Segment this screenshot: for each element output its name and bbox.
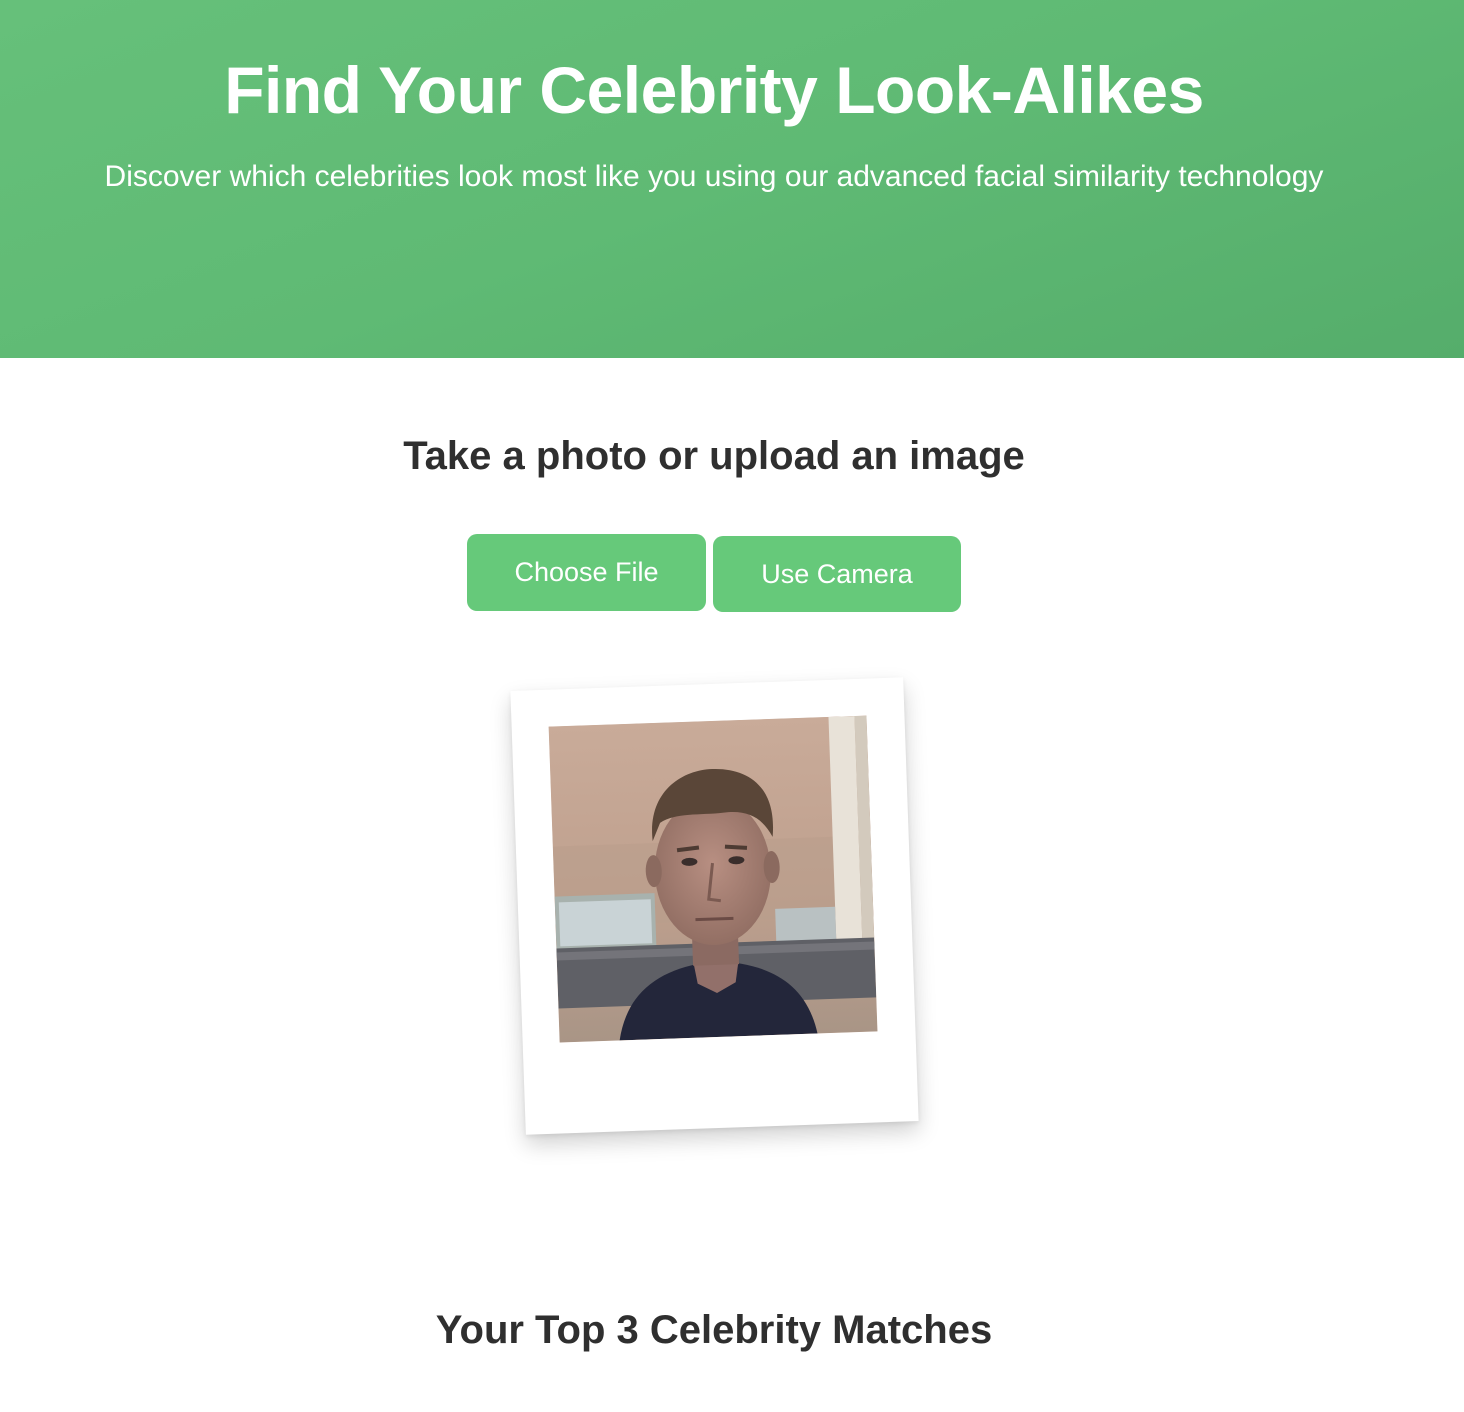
uploaded-photo — [548, 715, 878, 1043]
hero-banner: Find Your Celebrity Look-Alikes Discover… — [0, 0, 1464, 358]
use-camera-button[interactable]: Use Camera — [713, 536, 961, 612]
upload-heading: Take a photo or upload an image — [403, 434, 1025, 478]
photo-preview-frame — [510, 677, 919, 1135]
page-title: Find Your Celebrity Look-Alikes — [224, 53, 1204, 127]
page-subtitle: Discover which celebrities look most lik… — [104, 160, 1324, 193]
choose-file-button[interactable]: Choose File — [467, 534, 706, 611]
matches-heading: Your Top 3 Celebrity Matches — [435, 1308, 993, 1352]
